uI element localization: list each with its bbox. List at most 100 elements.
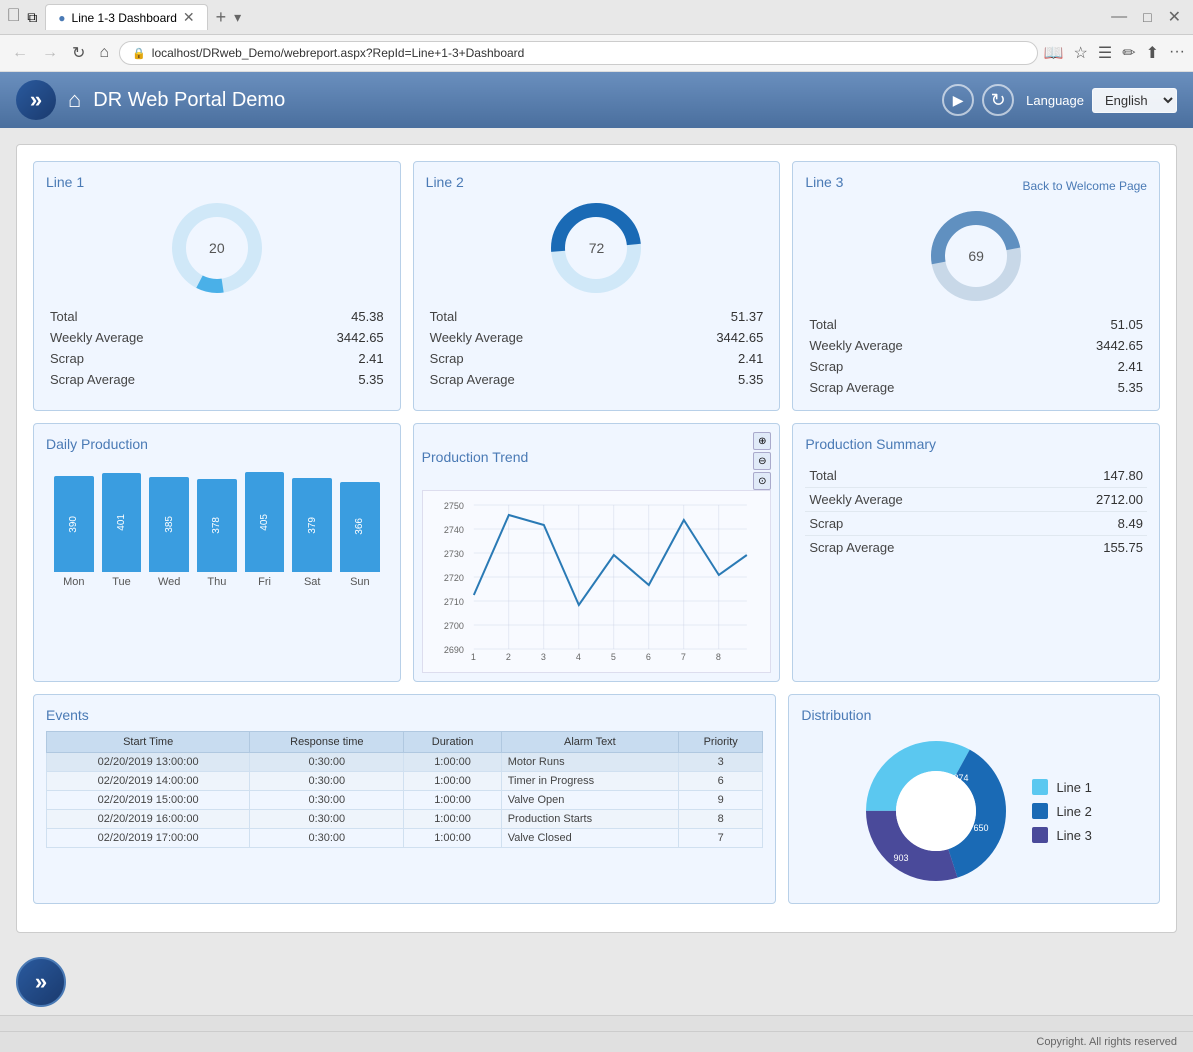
bar-day-fri: Fri: [258, 576, 271, 588]
home-button[interactable]: ⌂: [95, 42, 113, 64]
language-select[interactable]: English German French Spanish: [1092, 88, 1177, 113]
summary-row: Scrap Average 155.75: [805, 536, 1147, 559]
horizontal-scrollbar[interactable]: [0, 1015, 1193, 1031]
zoom-out-button[interactable]: ⊖: [753, 452, 771, 470]
line1-scrap-avg-label: Scrap Average: [50, 372, 135, 387]
bar-day-thu: Thu: [207, 576, 226, 588]
cell-alarm-text: Timer in Progress: [501, 772, 678, 791]
address-bar[interactable]: 🔒 localhost/DRweb_Demo/webreport.aspx?Re…: [119, 41, 1038, 65]
app-logo: »: [16, 80, 56, 120]
production-summary-panel: Production Summary Total 147.80 Weekly A…: [792, 423, 1160, 682]
line2-panel: Line 2 72 Total 51.37: [413, 161, 781, 411]
cell-priority: 8: [679, 810, 763, 829]
cell-alarm-text: Motor Runs: [501, 753, 678, 772]
cell-duration: 1:00:00: [404, 791, 501, 810]
reading-view-icon[interactable]: 📖: [1044, 43, 1064, 63]
line2-total-label: Total: [430, 309, 457, 324]
bar-group-thu: 378 Thu: [197, 479, 237, 588]
line2-weekly-row: Weekly Average 3442.65: [426, 327, 768, 348]
notes-icon[interactable]: ✏: [1122, 43, 1135, 63]
bar-value-wed: 385: [164, 516, 175, 533]
bar-day-wed: Wed: [158, 576, 180, 588]
cell-response-time: 0:30:00: [250, 791, 404, 810]
close-button[interactable]: ✕: [1164, 7, 1185, 27]
new-tab-button[interactable]: +: [216, 7, 227, 28]
bar-chart: 390 Mon 401 Tue 385 Wed 378 Thu 405 Fri: [46, 460, 388, 596]
line3-scrap-value: 2.41: [1118, 359, 1143, 374]
share-icon[interactable]: ⬆: [1146, 43, 1159, 63]
cell-duration: 1:00:00: [404, 829, 501, 848]
daily-production-title: Daily Production: [46, 436, 388, 452]
footer: Copyright. All rights reserved: [0, 1031, 1193, 1052]
bar-day-tue: Tue: [112, 576, 131, 588]
language-section: Language English German French Spanish: [1026, 88, 1177, 113]
bar-sat: 379: [292, 478, 332, 572]
line3-total-row: Total 51.05: [805, 314, 1147, 335]
reload-button[interactable]: ↻: [68, 41, 89, 65]
language-label: Language: [1026, 93, 1084, 108]
cell-start-time: 02/20/2019 13:00:00: [47, 753, 250, 772]
line2-scrap-value: 2.41: [738, 351, 763, 366]
back-button[interactable]: ←: [8, 42, 32, 64]
cell-priority: 6: [679, 772, 763, 791]
line3-scrap-avg-label: Scrap Average: [809, 380, 894, 395]
zoom-reset-button[interactable]: ⊙: [753, 472, 771, 490]
cell-start-time: 02/20/2019 16:00:00: [47, 810, 250, 829]
svg-text:2710: 2710: [443, 597, 463, 607]
distribution-donut-chart: 374 650 903: [856, 731, 1016, 891]
bar-fri: 405: [245, 472, 285, 572]
cell-alarm-text: Valve Closed: [501, 829, 678, 848]
minimize-button[interactable]: —: [1107, 8, 1131, 26]
cell-alarm-text: Production Starts: [501, 810, 678, 829]
line3-scrap-row: Scrap 2.41: [805, 356, 1147, 377]
tab-close-button[interactable]: ✕: [183, 9, 195, 26]
play-button[interactable]: ▶: [942, 84, 974, 116]
summary-row-label: Total: [809, 468, 836, 483]
line1-stats: Total 45.38 Weekly Average 3442.65 Scrap…: [46, 306, 388, 390]
browser-tab-icon: 🗌: [8, 5, 19, 29]
dashboard-container: Line 1 20 Total 45.38: [16, 144, 1177, 933]
back-to-welcome-link[interactable]: Back to Welcome Page: [1022, 179, 1147, 193]
legend-label: Line 3: [1056, 828, 1091, 843]
summary-row-label: Scrap Average: [809, 540, 894, 555]
refresh-button[interactable]: ↻: [982, 84, 1014, 116]
browser-nav: ← → ↻ ⌂ 🔒 localhost/DRweb_Demo/webreport…: [0, 35, 1193, 72]
line2-donut-value: 72: [589, 240, 605, 256]
maximize-button[interactable]: □: [1139, 9, 1155, 25]
bar-day-sun: Sun: [350, 576, 370, 588]
bar-group-sat: 379 Sat: [292, 478, 332, 588]
more-icon[interactable]: ···: [1169, 43, 1185, 63]
svg-text:2720: 2720: [443, 573, 463, 583]
trend-chart: 2750 2740 2730 2720 2710 2700 2690: [422, 490, 772, 673]
app-title: DR Web Portal Demo: [93, 89, 930, 112]
summary-row-value: 2712.00: [1096, 492, 1143, 507]
forward-button[interactable]: →: [38, 42, 62, 64]
bar-day-mon: Mon: [63, 576, 84, 588]
line2-scrap-avg-label: Scrap Average: [430, 372, 515, 387]
tab-dropdown-icon[interactable]: ▾: [234, 9, 241, 26]
line1-weekly-label: Weekly Average: [50, 330, 143, 345]
line2-stats: Total 51.37 Weekly Average 3442.65 Scrap…: [426, 306, 768, 390]
col-response-time: Response time: [250, 732, 404, 753]
browser-tab[interactable]: ● Line 1-3 Dashboard ✕: [45, 4, 207, 30]
home-icon[interactable]: ⌂: [68, 87, 81, 113]
zoom-in-button[interactable]: ⊕: [753, 432, 771, 450]
favorites-icon[interactable]: ☆: [1074, 43, 1088, 63]
svg-text:1: 1: [470, 652, 475, 662]
line3-scrap-label: Scrap: [809, 359, 843, 374]
events-table: Start Time Response time Duration Alarm …: [46, 731, 763, 848]
daily-production-panel: Daily Production 390 Mon 401 Tue 385 Wed…: [33, 423, 401, 682]
zoom-controls: ⊕ ⊖ ⊙: [753, 432, 771, 490]
line3-donut: 69: [926, 206, 1026, 306]
line2-scrap-avg-value: 5.35: [738, 372, 763, 387]
summary-row: Weekly Average 2712.00: [805, 488, 1147, 512]
bar-value-mon: 390: [68, 516, 79, 533]
url-text: localhost/DRweb_Demo/webreport.aspx?RepI…: [152, 46, 525, 60]
line1-scrap-row: Scrap 2.41: [46, 348, 388, 369]
svg-text:650: 650: [974, 823, 989, 833]
tab-title: Line 1-3 Dashboard: [72, 11, 177, 25]
production-summary-title: Production Summary: [805, 436, 1147, 452]
line2-donut: 72: [546, 198, 646, 298]
line2-scrap-avg-row: Scrap Average 5.35: [426, 369, 768, 390]
hub-icon[interactable]: ☰: [1098, 43, 1112, 63]
